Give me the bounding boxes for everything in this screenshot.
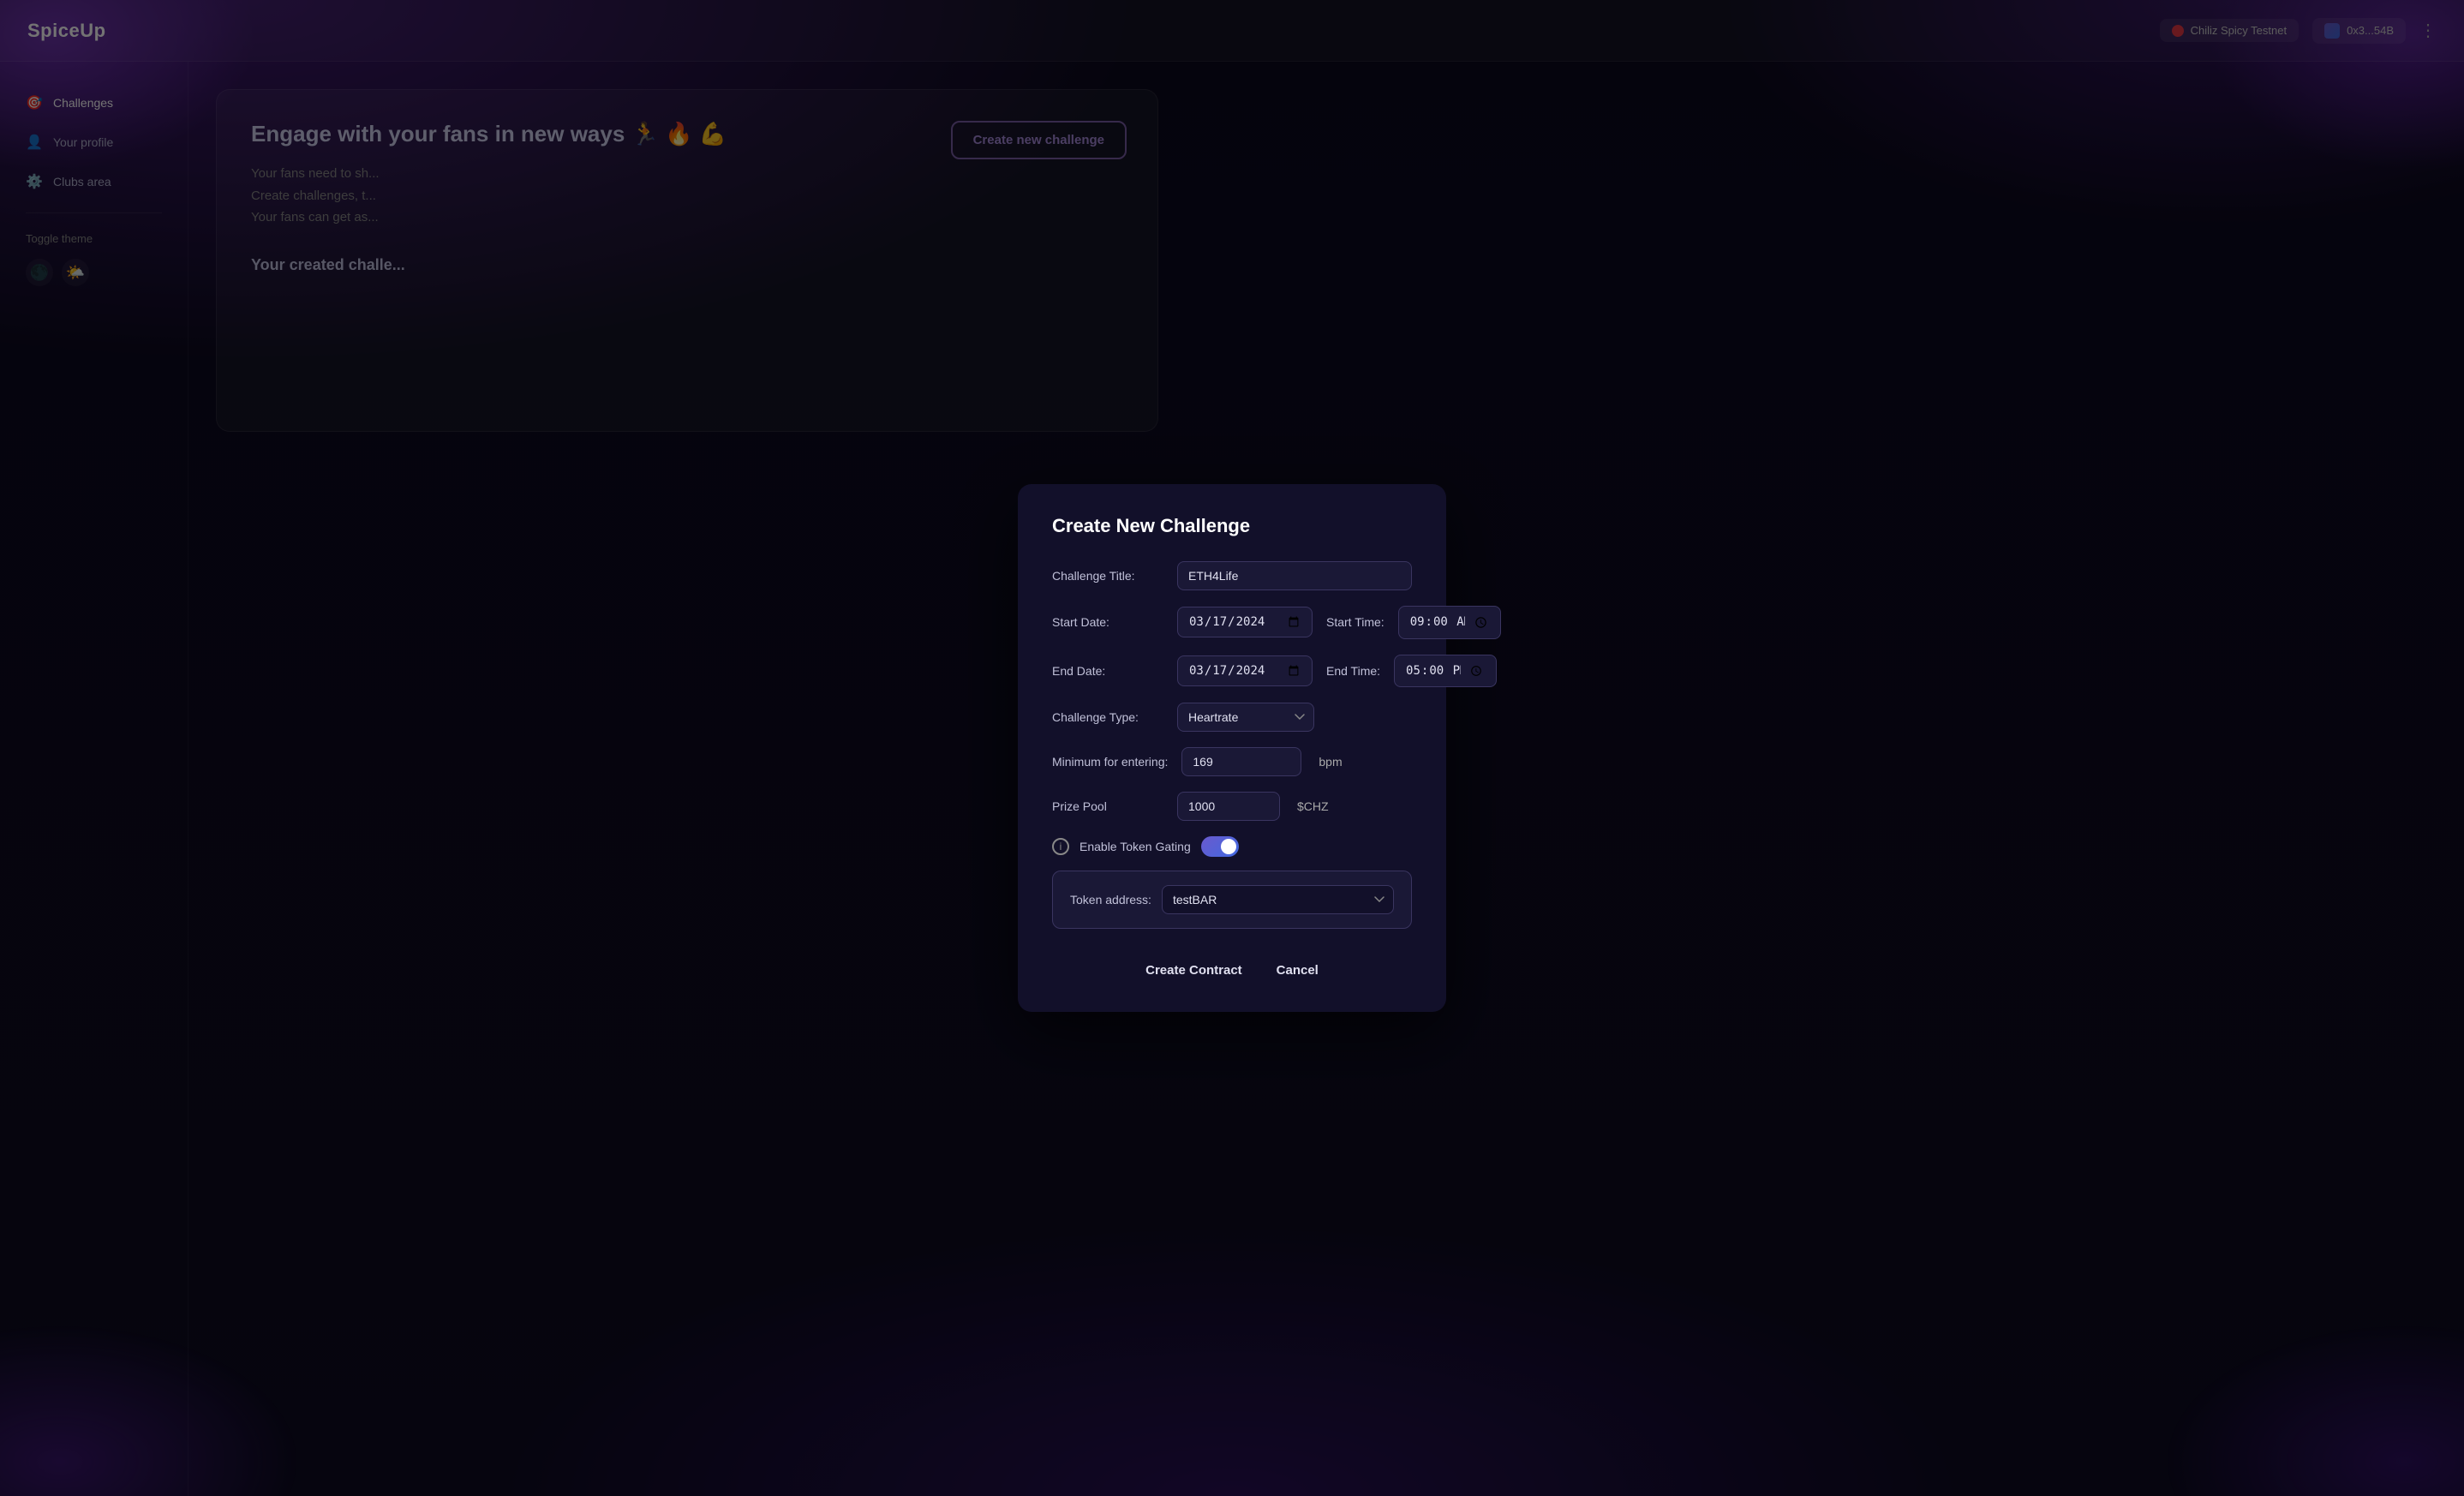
create-contract-button[interactable]: Create Contract bbox=[1145, 956, 1242, 984]
prize-pool-label: Prize Pool bbox=[1052, 799, 1163, 813]
challenge-title-input[interactable] bbox=[1177, 561, 1412, 590]
token-gating-toggle[interactable] bbox=[1201, 836, 1239, 857]
minimum-input[interactable] bbox=[1181, 747, 1301, 776]
challenge-type-select[interactable]: Heartrate Steps Distance Calories bbox=[1177, 703, 1314, 732]
prize-pool-unit: $CHZ bbox=[1297, 799, 1329, 813]
modal-title: Create New Challenge bbox=[1052, 515, 1412, 537]
prize-pool-row: Prize Pool $CHZ bbox=[1052, 792, 1412, 821]
challenge-type-row: Challenge Type: Heartrate Steps Distance… bbox=[1052, 703, 1412, 732]
create-challenge-modal: Create New Challenge Challenge Title: St… bbox=[1018, 484, 1446, 1012]
start-row: Start Date: Start Time: bbox=[1052, 606, 1412, 639]
end-date-input[interactable] bbox=[1177, 655, 1313, 686]
token-address-row: Token address: testBAR testFOO testQAX bbox=[1070, 885, 1394, 914]
end-row: End Date: End Time: bbox=[1052, 655, 1412, 688]
end-time-label: End Time: bbox=[1326, 664, 1380, 678]
challenge-title-row: Challenge Title: bbox=[1052, 561, 1412, 590]
toggle-knob bbox=[1221, 839, 1236, 854]
minimum-unit: bpm bbox=[1319, 755, 1342, 769]
token-address-label: Token address: bbox=[1070, 893, 1151, 907]
modal-footer: Create Contract Cancel bbox=[1052, 949, 1412, 984]
minimum-row: Minimum for entering: bpm bbox=[1052, 747, 1412, 776]
cancel-button[interactable]: Cancel bbox=[1277, 956, 1319, 984]
start-date-input[interactable] bbox=[1177, 607, 1313, 637]
end-date-label: End Date: bbox=[1052, 664, 1163, 678]
token-address-select[interactable]: testBAR testFOO testQAX bbox=[1162, 885, 1394, 914]
info-icon: i bbox=[1052, 838, 1069, 855]
token-address-box: Token address: testBAR testFOO testQAX bbox=[1052, 871, 1412, 929]
start-time-input[interactable] bbox=[1398, 606, 1501, 639]
end-time-input[interactable] bbox=[1394, 655, 1497, 688]
token-gating-row: i Enable Token Gating bbox=[1052, 836, 1412, 857]
token-gating-label: Enable Token Gating bbox=[1079, 840, 1191, 853]
challenge-type-label: Challenge Type: bbox=[1052, 710, 1163, 724]
minimum-label: Minimum for entering: bbox=[1052, 755, 1168, 769]
start-time-label: Start Time: bbox=[1326, 615, 1385, 629]
modal-overlay: Create New Challenge Challenge Title: St… bbox=[0, 0, 2464, 1496]
challenge-title-label: Challenge Title: bbox=[1052, 569, 1163, 583]
start-date-label: Start Date: bbox=[1052, 615, 1163, 629]
prize-pool-input[interactable] bbox=[1177, 792, 1280, 821]
